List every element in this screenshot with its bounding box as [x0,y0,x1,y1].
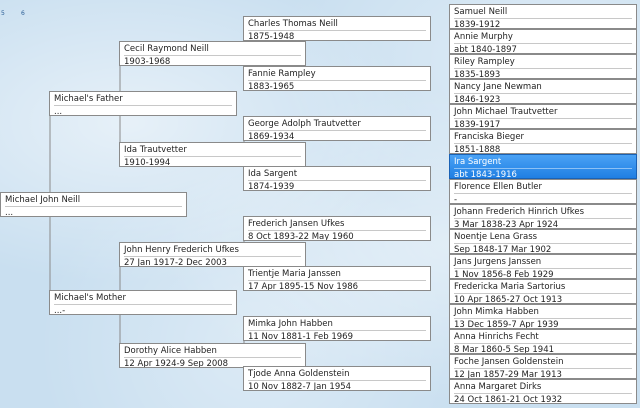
person-name: Cecil Raymond Neill [124,43,301,56]
person-dates: Sep 1848-17 Mar 1902 [454,245,552,254]
person-box-foche-jansen-goldenstein[interactable]: Foche Jansen Goldenstein 12 Jan 1857-29 M… [449,354,637,379]
person-name: Dorothy Alice Habben [124,345,301,358]
person-name: John Michael Trautvetter [454,106,632,119]
person-name: Charles Thomas Neill [248,18,426,31]
person-dates: 1869-1934 [248,132,295,141]
person-name: Foche Jansen Goldenstein [454,356,632,369]
person-name: Nancy Jane Newman [454,81,632,94]
person-dates: 1 Nov 1856-8 Feb 1929 [454,270,554,279]
person-name: Johann Frederich Hinrich Ufkes [454,206,632,219]
person-dates: 8 Oct 1893-22 May 1960 [248,232,354,241]
person-name: Ida Trautvetter [124,144,301,157]
person-dates: 1883-1965 [248,82,295,91]
person-box-ida-sargent[interactable]: Ida Sargent 1874-1939 [243,166,431,191]
person-dates: 13 Dec 1859-7 Apr 1939 [454,320,559,329]
person-dates: 1903-1968 [124,57,171,66]
person-box-george-adolph-trautvetter[interactable]: George Adolph Trautvetter 1869-1934 [243,116,431,141]
person-box-john-michael-trautvetter[interactable]: John Michael Trautvetter 1839-1917 [449,104,637,129]
person-box-ira-sargent[interactable]: Ira Sargent abt 1843-1916 [449,154,637,179]
person-box-trientje-maria-janssen[interactable]: Trientje Maria Janssen 17 Apr 1895-15 Nov… [243,266,431,291]
person-name: Riley Rampley [454,56,632,69]
person-box-tjode-anna-goldenstein[interactable]: Tjode Anna Goldenstein 10 Nov 1882-7 Jan … [243,366,431,391]
person-box-michael-s-mother[interactable]: Michael's Mother ...- [49,290,237,315]
person-dates: ...- [54,306,66,315]
person-box-anna-margaret-dirks[interactable]: Anna Margaret Dirks 24 Oct 1861-21 Oct 19… [449,379,637,404]
person-dates: 1839-1917 [454,120,501,129]
person-name: John Mimka Habben [454,306,632,319]
person-dates: 1839-1912 [454,20,501,29]
person-box-florence-ellen-butler[interactable]: Florence Ellen Butler - [449,179,637,204]
person-dates: 11 Nov 1881-1 Feb 1969 [248,332,354,341]
person-dates: 10 Apr 1865-27 Oct 1913 [454,295,563,304]
person-name: Jans Jurgens Janssen [454,256,632,269]
person-dates: abt 1843-1916 [454,170,517,179]
person-name: Michael John Neill [5,194,182,207]
person-name: Michael's Mother [54,292,232,305]
person-box-mimka-john-habben[interactable]: Mimka John Habben 11 Nov 1881-1 Feb 1969 [243,316,431,341]
person-name: George Adolph Trautvetter [248,118,426,131]
person-name: Anna Hinrichs Fecht [454,331,632,344]
person-dates: - [454,195,458,204]
person-name: Trientje Maria Janssen [248,268,426,281]
person-box-nancy-jane-newman[interactable]: Nancy Jane Newman 1846-1923 [449,79,637,104]
person-box-franciska-bieger[interactable]: Franciska Bieger 1851-1888 [449,129,637,154]
person-name: Anna Margaret Dirks [454,381,632,394]
person-name: Frederich Jansen Ufkes [248,218,426,231]
person-dates: 12 Jan 1857-29 Mar 1913 [454,370,562,379]
person-name: Ida Sargent [248,168,426,181]
person-name: Samuel Neill [454,6,632,19]
person-dates: 1851-1888 [454,145,501,154]
person-name: Annie Murphy [454,31,632,44]
person-box-fannie-rampley[interactable]: Fannie Rampley 1883-1965 [243,66,431,91]
person-box-charles-thomas-neill[interactable]: Charles Thomas Neill 1875-1948 [243,16,431,41]
person-dates: 8 Mar 1860-5 Sep 1941 [454,345,555,354]
person-name: Fredericka Maria Sartorius [454,281,632,294]
person-box-noentje-lena-grass[interactable]: Noentje Lena Grass Sep 1848-17 Mar 1902 [449,229,637,254]
person-box-john-mimka-habben[interactable]: John Mimka Habben 13 Dec 1859-7 Apr 1939 [449,304,637,329]
person-box-riley-rampley[interactable]: Riley Rampley 1835-1893 [449,54,637,79]
person-box-dorothy-alice-habben[interactable]: Dorothy Alice Habben 12 Apr 1924-9 Sep 20… [119,343,306,368]
person-name: Fannie Rampley [248,68,426,81]
person-box-anna-hinrichs-fecht[interactable]: Anna Hinrichs Fecht 8 Mar 1860-5 Sep 1941 [449,329,637,354]
person-box-johann-frederich-hinrich-ufkes[interactable]: Johann Frederich Hinrich Ufkes 3 Mar 1838… [449,204,637,229]
person-name: Florence Ellen Butler [454,181,632,194]
person-name: Tjode Anna Goldenstein [248,368,426,381]
person-name: Ira Sargent [454,156,632,169]
person-name: Noentje Lena Grass [454,231,632,244]
person-dates: ... [54,107,63,116]
person-name: Michael's Father [54,93,232,106]
person-box-ida-trautvetter[interactable]: Ida Trautvetter 1910-1994 [119,142,306,167]
person-dates: 1835-1893 [454,70,501,79]
person-name: Mimka John Habben [248,318,426,331]
person-dates: ... [5,208,14,217]
person-box-michael-s-father[interactable]: Michael's Father... [49,91,237,116]
person-box-john-henry-frederich-ufkes[interactable]: John Henry Frederich Ufkes 27 Jan 1917-2 … [119,242,306,267]
person-dates: 24 Oct 1861-21 Oct 1932 [454,395,563,404]
person-box-cecil-raymond-neill[interactable]: Cecil Raymond Neill 1903-1968 [119,41,306,66]
person-box-samuel-neill[interactable]: Samuel Neill 1839-1912 [449,4,637,29]
person-dates: 10 Nov 1882-7 Jan 1954 [248,382,352,391]
person-dates: 17 Apr 1895-15 Nov 1986 [248,282,359,291]
person-box-frederich-jansen-ufkes[interactable]: Frederich Jansen Ufkes 8 Oct 1893-22 May … [243,216,431,241]
person-box-jans-jurgens-janssen[interactable]: Jans Jurgens Janssen 1 Nov 1856-8 Feb 192… [449,254,637,279]
person-box-fredericka-maria-sartorius[interactable]: Fredericka Maria Sartorius 10 Apr 1865-27… [449,279,637,304]
person-box-annie-murphy[interactable]: Annie Murphy abt 1840-1897 [449,29,637,54]
person-dates: 1875-1948 [248,32,295,41]
person-dates: 1874-1939 [248,182,295,191]
person-name: John Henry Frederich Ufkes [124,244,301,257]
person-dates: 3 Mar 1838-23 Apr 1924 [454,220,559,229]
person-dates: 1846-1923 [454,95,501,104]
person-dates: abt 1840-1897 [454,45,517,54]
person-name: Franciska Bieger [454,131,632,144]
person-box-michael-john-neill[interactable]: Michael John Neill... [0,192,187,217]
